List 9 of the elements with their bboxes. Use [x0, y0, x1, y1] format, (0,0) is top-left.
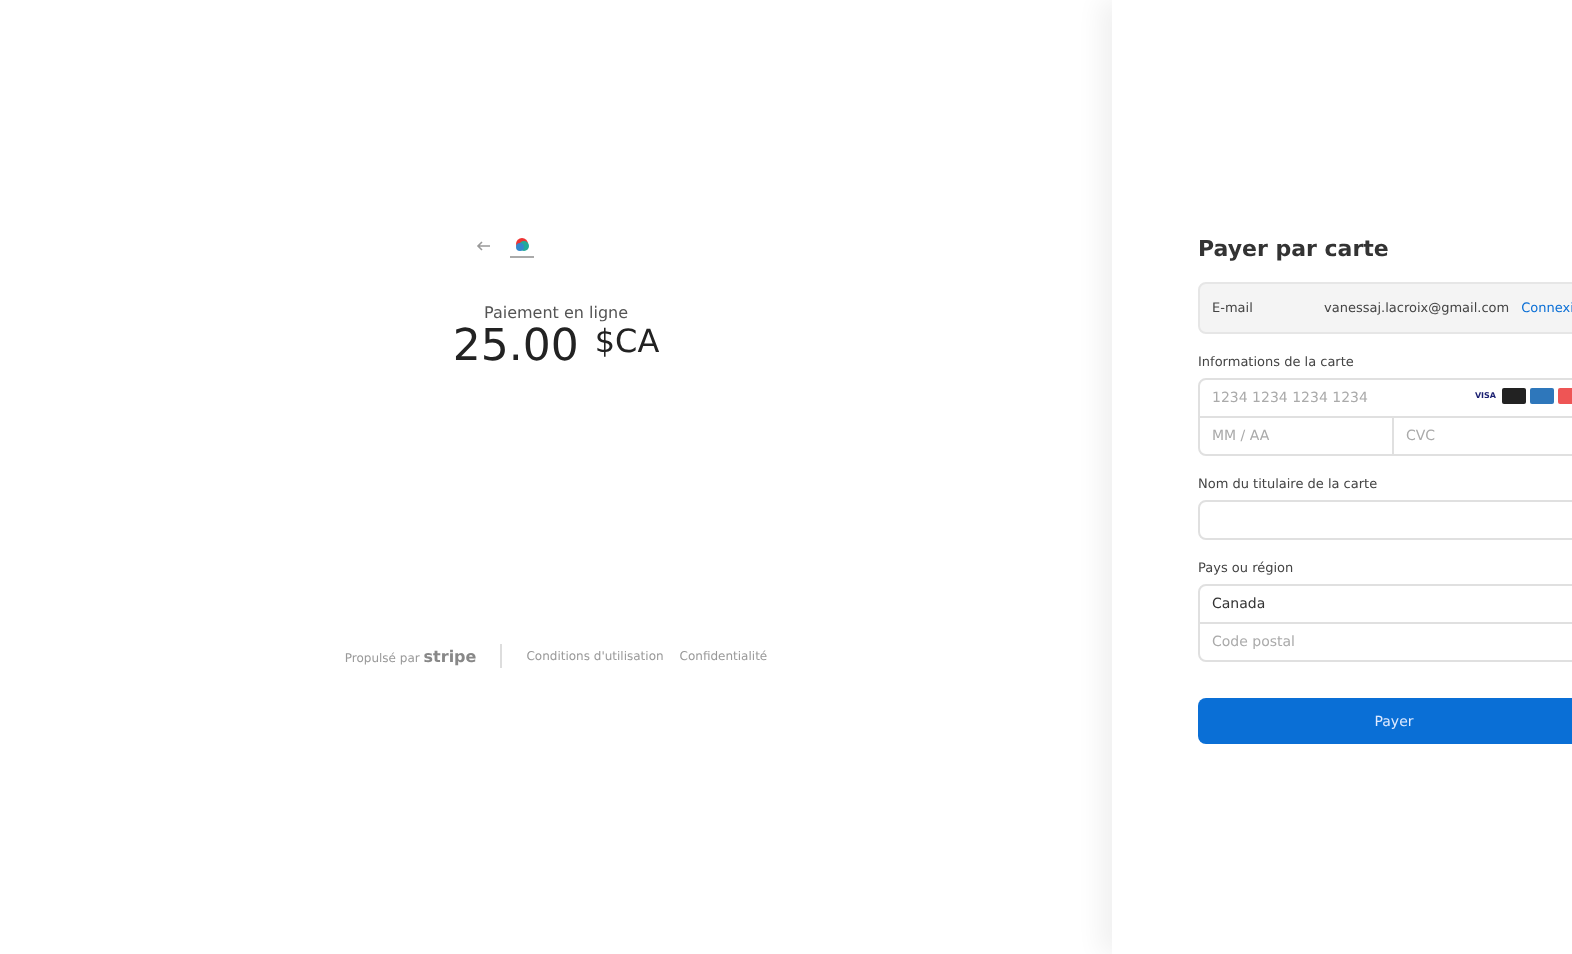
currency: $CA — [594, 322, 660, 360]
card-logo-icon — [1530, 388, 1554, 404]
back-arrow-icon[interactable] — [476, 240, 492, 252]
form-title: Payer par carte — [1198, 236, 1391, 262]
payment-title: Paiement en ligne — [483, 304, 629, 322]
card-logo-icon — [1502, 388, 1526, 404]
logo-icon — [508, 232, 536, 260]
amount: 25.00 — [452, 322, 579, 372]
cardholder-name-field[interactable] — [1198, 500, 1572, 540]
